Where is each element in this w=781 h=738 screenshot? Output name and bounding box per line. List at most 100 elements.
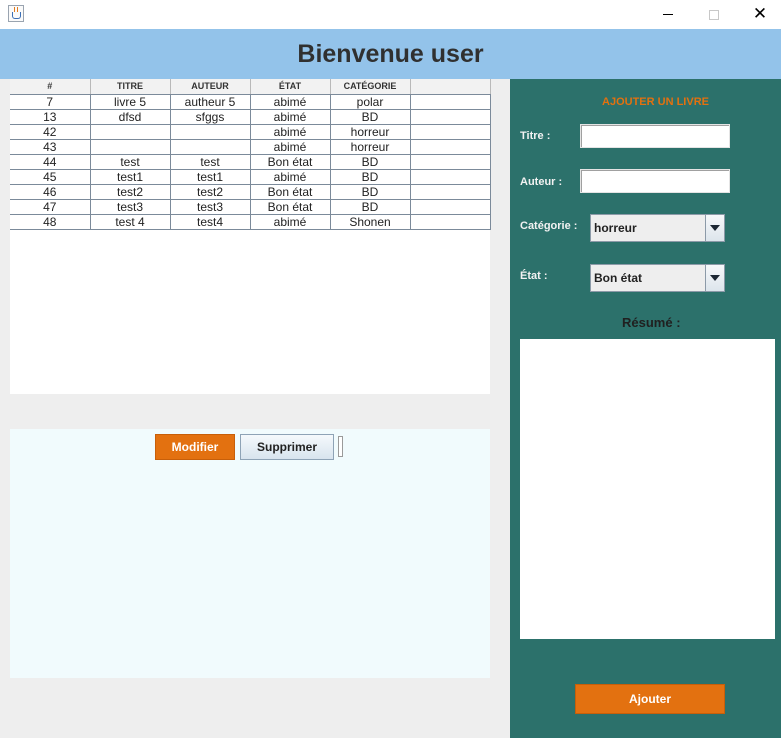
table-cell[interactable]: [410, 124, 491, 140]
close-icon: ✕: [752, 4, 768, 24]
table-cell[interactable]: Bon état: [250, 199, 331, 215]
table-cell[interactable]: test: [90, 154, 171, 170]
table-cell[interactable]: dfsd: [90, 109, 171, 125]
table-cell[interactable]: test2: [90, 184, 171, 200]
table-cell[interactable]: abimé: [250, 214, 331, 230]
minimize-icon: [663, 14, 673, 15]
maximize-icon: [709, 9, 719, 20]
java-app-icon: [8, 5, 24, 22]
table-cell[interactable]: 45: [10, 169, 91, 185]
table-cell[interactable]: autheur 5: [170, 94, 251, 110]
table-cell[interactable]: BD: [330, 154, 411, 170]
table-cell[interactable]: [410, 154, 491, 170]
table-cell[interactable]: 7: [10, 94, 91, 110]
table-cell[interactable]: BD: [330, 109, 411, 125]
table-cell[interactable]: polar: [330, 94, 411, 110]
table-cell[interactable]: abimé: [250, 139, 331, 155]
table-cell[interactable]: [410, 109, 491, 125]
table-cell[interactable]: [410, 184, 491, 200]
table-cell[interactable]: [410, 94, 491, 110]
column-header[interactable]: #: [10, 79, 91, 95]
table-cell[interactable]: abimé: [250, 94, 331, 110]
table-cell[interactable]: abimé: [250, 124, 331, 140]
table-row[interactable]: 47 test3 test3 Bon état BD: [10, 199, 491, 215]
table-cell[interactable]: horreur: [330, 139, 411, 155]
maximize-button[interactable]: [691, 0, 737, 29]
table-cell[interactable]: [410, 139, 491, 155]
table-cell[interactable]: test1: [170, 169, 251, 185]
table-cell[interactable]: test1: [90, 169, 171, 185]
table-row[interactable]: 13 dfsd sfggs abimé BD: [10, 109, 491, 125]
categorie-selected-value: horreur: [594, 221, 637, 235]
table-row[interactable]: 7 livre 5 autheur 5 abimé polar: [10, 94, 491, 110]
table-cell[interactable]: BD: [330, 169, 411, 185]
table-row[interactable]: 46 test2 test2 Bon état BD: [10, 184, 491, 200]
delete-button[interactable]: Supprimer: [240, 434, 334, 460]
table-cell[interactable]: 13: [10, 109, 91, 125]
table-cell[interactable]: livre 5: [90, 94, 171, 110]
welcome-title: Bienvenue user: [297, 39, 484, 68]
close-button[interactable]: ✕: [737, 0, 781, 29]
titre-input[interactable]: [580, 124, 730, 148]
table-cell[interactable]: abimé: [250, 109, 331, 125]
add-book-button[interactable]: Ajouter: [575, 684, 725, 714]
resume-label: Résumé :: [622, 315, 681, 330]
auteur-input[interactable]: [580, 169, 730, 193]
table-cell[interactable]: test3: [90, 199, 171, 215]
column-header[interactable]: [410, 79, 491, 95]
etat-select[interactable]: Bon état: [590, 264, 725, 292]
books-table: # TITRE AUTEUR ÉTAT CATÉGORIE 7 livre 5 autheu…: [10, 79, 491, 230]
table-cell[interactable]: 43: [10, 139, 91, 155]
table-cell[interactable]: [410, 199, 491, 215]
modify-button[interactable]: Modifier: [155, 434, 235, 460]
table-cell[interactable]: 48: [10, 214, 91, 230]
table-cell[interactable]: Bon état: [250, 184, 331, 200]
table-cell[interactable]: sfggs: [170, 109, 251, 125]
table-cell[interactable]: 46: [10, 184, 91, 200]
table-cell[interactable]: horreur: [330, 124, 411, 140]
table-cell[interactable]: test 4: [90, 214, 171, 230]
table-cell[interactable]: [170, 139, 251, 155]
action-panel: Modifier Supprimer: [10, 429, 490, 678]
column-header[interactable]: CATÉGORIE: [330, 79, 411, 95]
table-cell[interactable]: [410, 214, 491, 230]
table-cell[interactable]: [90, 124, 171, 140]
table-cell[interactable]: test2: [170, 184, 251, 200]
column-header[interactable]: ÉTAT: [250, 79, 331, 95]
table-row[interactable]: 44 test test Bon état BD: [10, 154, 491, 170]
chevron-down-icon[interactable]: [705, 215, 724, 241]
categorie-select[interactable]: horreur: [590, 214, 725, 242]
categorie-label: Catégorie :: [520, 220, 578, 232]
table-cell[interactable]: test: [170, 154, 251, 170]
table-cell[interactable]: [90, 139, 171, 155]
column-header[interactable]: TITRE: [90, 79, 171, 95]
etat-label: État :: [520, 270, 548, 282]
table-cell[interactable]: test3: [170, 199, 251, 215]
minimize-button[interactable]: [645, 0, 691, 29]
etat-selected-value: Bon état: [594, 271, 642, 285]
table-cell[interactable]: 42: [10, 124, 91, 140]
table-cell[interactable]: 47: [10, 199, 91, 215]
table-row[interactable]: 45 test1 test1 abimé BD: [10, 169, 491, 185]
table-cell[interactable]: Bon état: [250, 154, 331, 170]
selection-field[interactable]: [338, 436, 343, 457]
table-row[interactable]: 43 abimé horreur: [10, 139, 491, 155]
title-bar: ✕: [0, 0, 781, 29]
table-cell[interactable]: BD: [330, 184, 411, 200]
column-header[interactable]: AUTEUR: [170, 79, 251, 95]
table-cell[interactable]: abimé: [250, 169, 331, 185]
chevron-down-icon[interactable]: [705, 265, 724, 291]
resume-textarea[interactable]: [520, 339, 775, 639]
table-row[interactable]: 48 test 4 test4 abimé Shonen: [10, 214, 491, 230]
table-body: 7 livre 5 autheur 5 abimé polar 13 dfsd sfggs ab…: [10, 94, 491, 230]
table-cell[interactable]: Shonen: [330, 214, 411, 230]
table-cell[interactable]: 44: [10, 154, 91, 170]
left-panel: # TITRE AUTEUR ÉTAT CATÉGORIE 7 livre 5 autheu…: [0, 79, 510, 738]
table-cell[interactable]: test4: [170, 214, 251, 230]
table-row[interactable]: 42 abimé horreur: [10, 124, 491, 140]
auteur-label: Auteur :: [520, 176, 563, 188]
table-cell[interactable]: [170, 124, 251, 140]
table-cell[interactable]: [410, 169, 491, 185]
table-cell[interactable]: BD: [330, 199, 411, 215]
table-header-row: # TITRE AUTEUR ÉTAT CATÉGORIE: [10, 79, 491, 95]
